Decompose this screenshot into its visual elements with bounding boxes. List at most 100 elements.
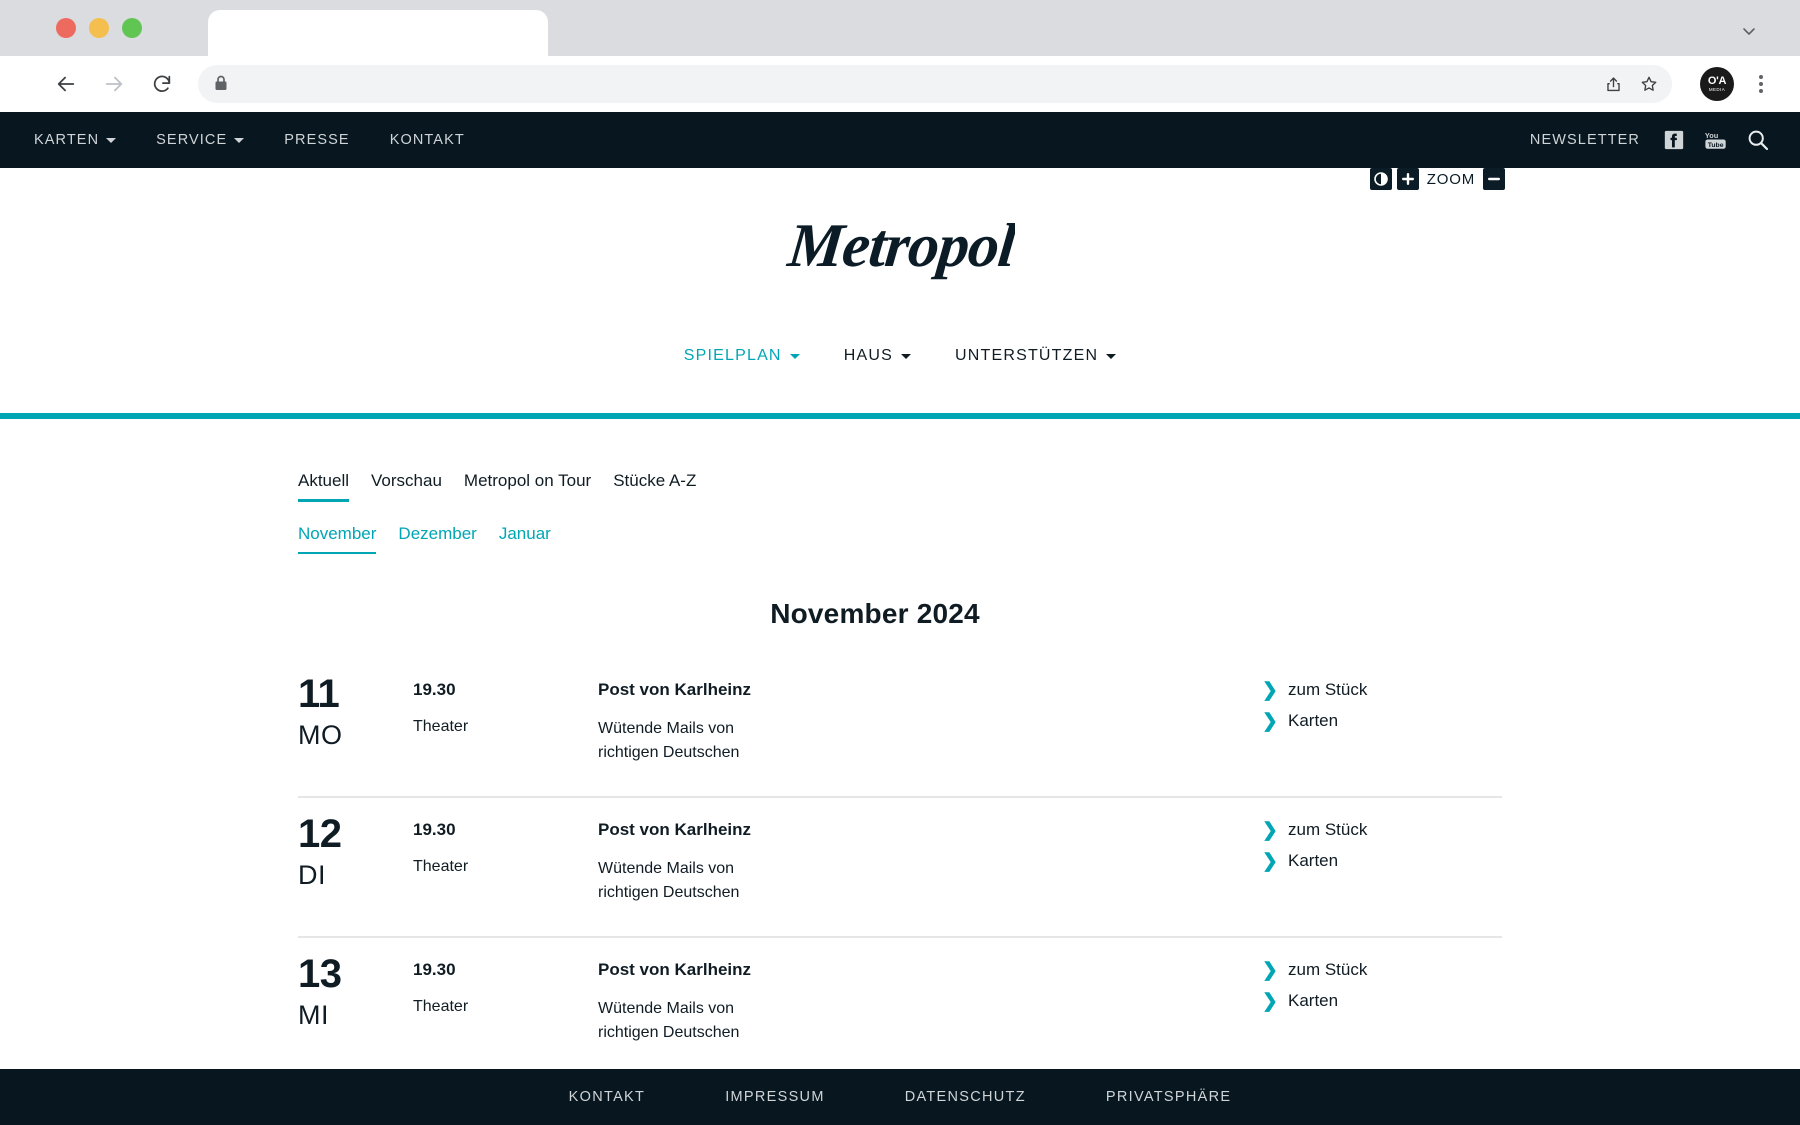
link-karten[interactable]: ❯ Karten (1262, 851, 1502, 871)
chevron-down-icon[interactable] (1736, 18, 1762, 44)
search-icon[interactable] (1746, 128, 1770, 152)
chevron-right-icon: ❯ (1262, 679, 1278, 701)
event-genre: Theater (413, 998, 469, 1015)
tab-vorschau[interactable]: Vorschau (371, 471, 442, 502)
mainnav-item-haus[interactable]: HAUS (844, 347, 911, 365)
link-label: zum Stück (1288, 820, 1368, 839)
chevron-down-icon (234, 137, 245, 143)
mainnav-item-unterstuetzen[interactable]: UNTERSTÜTZEN (954, 347, 1117, 365)
event-info: Post von Karlheinz Wütende Mails von ric… (598, 674, 1262, 765)
link-zum-stueck[interactable]: ❯ zum Stück (1262, 820, 1502, 840)
event-title: Post von Karlheinz (598, 960, 752, 979)
bookmark-star-icon[interactable] (1632, 67, 1666, 101)
zoom-in-button[interactable] (1396, 168, 1419, 190)
event-subtitle: Wütende Mails von richtigen Deutschen (598, 860, 740, 901)
mainnav-item-spielplan[interactable]: SPIELPLAN (684, 347, 800, 365)
utility-nav-label: KONTAKT (389, 132, 465, 148)
share-icon[interactable] (1596, 67, 1630, 101)
event-actions: ❯ zum Stück ❯ Karten (1262, 954, 1502, 1011)
link-label: Karten (1288, 711, 1339, 730)
utility-nav-right: NEWSLETTER You Tube (1530, 128, 1770, 152)
section-tabs: Aktuell Vorschau Metropol on Tour Stücke… (0, 419, 1800, 502)
tab-metropol-on-tour[interactable]: Metropol on Tour (464, 471, 591, 502)
mainnav-label: UNTERSTÜTZEN (954, 347, 1099, 364)
zoom-label: ZOOM (1426, 170, 1475, 188)
page-viewport: KARTEN SERVICE PRESSE KONTAKT NEWSLETTER… (0, 112, 1800, 1125)
mainnav-label: HAUS (843, 347, 893, 364)
utility-nav-links: KARTEN SERVICE PRESSE KONTAKT (34, 132, 465, 148)
utility-nav-item-service[interactable]: SERVICE (156, 132, 245, 148)
link-label: Karten (1288, 991, 1339, 1010)
link-karten[interactable]: ❯ Karten (1262, 711, 1502, 731)
footer-link-datenschutz[interactable]: DATENSCHUTZ (905, 1089, 1026, 1105)
utility-nav-item-karten[interactable]: KARTEN (34, 132, 117, 148)
avatar[interactable]: O'A MEDIA (1700, 67, 1734, 101)
utility-nav-item-kontakt[interactable]: KONTAKT (390, 132, 465, 148)
tab-stuecke-a-z[interactable]: Stücke A-Z (613, 471, 696, 502)
utility-navbar: KARTEN SERVICE PRESSE KONTAKT NEWSLETTER… (0, 112, 1800, 168)
event-title: Post von Karlheinz (598, 820, 752, 839)
forward-arrow-icon[interactable] (92, 62, 136, 106)
browser-tab[interactable] (208, 10, 548, 56)
chevron-down-icon (789, 353, 800, 359)
chevron-right-icon: ❯ (1262, 819, 1278, 841)
avatar-initials: O'A (1707, 74, 1727, 87)
svg-text:Metropol: Metropol (785, 212, 1015, 280)
link-label: zum Stück (1288, 960, 1368, 979)
event-time: 19.30 (413, 820, 456, 839)
table-row[interactable]: 12 DI 19.30 Theater Post von Karlheinz W… (298, 798, 1502, 938)
svg-text:Tube: Tube (1708, 142, 1724, 149)
back-arrow-icon[interactable] (44, 62, 88, 106)
chevron-right-icon: ❯ (1262, 990, 1278, 1012)
avatar-subtext: MEDIA (1708, 86, 1726, 92)
reload-icon[interactable] (140, 62, 184, 106)
event-time-block: 19.30 Theater (413, 814, 598, 876)
utility-nav-item-presse[interactable]: PRESSE (284, 132, 349, 148)
newsletter-link[interactable]: NEWSLETTER (1530, 132, 1640, 148)
chevron-down-icon (900, 353, 911, 359)
event-subtitle: Wütende Mails von richtigen Deutschen (598, 720, 740, 761)
event-weekday: DI (298, 860, 326, 890)
table-row[interactable]: 11 MO 19.30 Theater Post von Karlheinz W… (298, 658, 1502, 798)
minimize-window-button[interactable] (89, 18, 109, 38)
kebab-menu-icon[interactable] (1744, 64, 1778, 104)
main-navigation: SPIELPLAN HAUS UNTERSTÜTZEN (0, 347, 1800, 403)
event-day-number: 12 (298, 812, 342, 856)
svg-text:You: You (1705, 131, 1719, 140)
window-controls (0, 18, 142, 56)
table-row[interactable]: 13 MI 19.30 Theater Post von Karlheinz W… (298, 938, 1502, 1078)
contrast-icon[interactable] (1369, 168, 1392, 190)
chevron-right-icon: ❯ (1262, 710, 1278, 732)
lock-icon (214, 75, 228, 94)
month-tab-januar[interactable]: Januar (499, 524, 551, 554)
event-title: Post von Karlheinz (598, 680, 752, 699)
link-label: zum Stück (1288, 680, 1368, 699)
tab-aktuell[interactable]: Aktuell (298, 471, 350, 502)
link-zum-stueck[interactable]: ❯ zum Stück (1262, 680, 1502, 700)
footer-link-kontakt[interactable]: KONTAKT (569, 1089, 646, 1105)
month-tab-november[interactable]: November (298, 524, 377, 554)
close-window-button[interactable] (56, 18, 76, 38)
accessibility-zoom-widget: ZOOM (1369, 168, 1505, 190)
mainnav-label: SPIELPLAN (683, 347, 782, 364)
browser-toolbar: O'A MEDIA (0, 56, 1800, 112)
link-zum-stueck[interactable]: ❯ zum Stück (1262, 960, 1502, 980)
event-list: 11 MO 19.30 Theater Post von Karlheinz W… (0, 658, 1800, 1125)
metropol-logotype: Metropol (785, 212, 1015, 280)
event-day-number: 13 (298, 952, 342, 996)
event-day-number: 11 (298, 672, 340, 716)
footer-link-privatsphaere[interactable]: PRIVATSPHÄRE (1106, 1089, 1231, 1105)
utility-nav-label: SERVICE (156, 132, 228, 148)
maximize-window-button[interactable] (122, 18, 142, 38)
site-logo[interactable]: Metropol Metropol (0, 204, 1800, 295)
youtube-icon[interactable]: You Tube (1704, 128, 1728, 152)
footer-link-impressum[interactable]: IMPRESSUM (725, 1089, 825, 1105)
event-info: Post von Karlheinz Wütende Mails von ric… (598, 954, 1262, 1045)
site-footer: KONTAKT IMPRESSUM DATENSCHUTZ PRIVATSPHÄ… (0, 1069, 1800, 1125)
month-tab-dezember[interactable]: Dezember (398, 524, 476, 554)
link-karten[interactable]: ❯ Karten (1262, 991, 1502, 1011)
zoom-out-button[interactable] (1483, 168, 1505, 190)
facebook-icon[interactable] (1662, 128, 1686, 152)
chevron-down-icon (1106, 353, 1117, 359)
address-bar[interactable] (198, 65, 1672, 103)
